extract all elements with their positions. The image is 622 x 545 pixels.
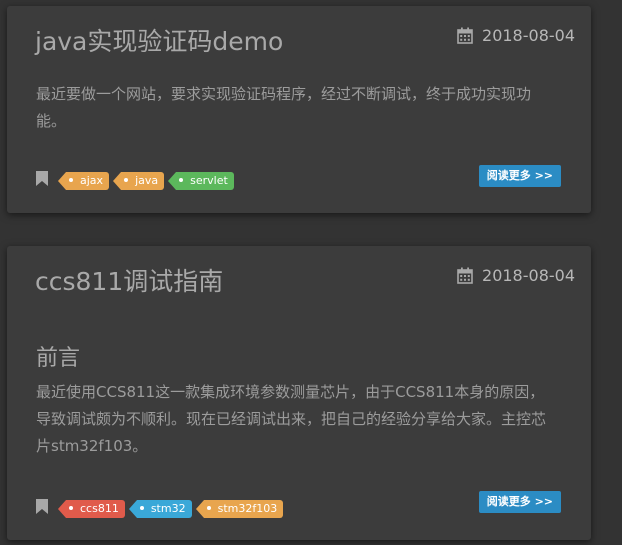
tag-list: ccs811 stm32 stm32f103 bbox=[36, 499, 284, 518]
post-date-text: 2018-08-04 bbox=[482, 266, 575, 285]
post-excerpt: 最近使用CCS811这一款集成环境参数测量芯片，由于CCS811本身的原因，导致… bbox=[36, 383, 547, 455]
post-excerpt: 最近要做一个网站，要求实现验证码程序，经过不断调试，终于成功实现功能。 bbox=[36, 85, 532, 130]
post-title[interactable]: java实现验证码demo bbox=[35, 22, 283, 58]
tag-ccs811[interactable]: ccs811 bbox=[58, 499, 125, 518]
post-title[interactable]: ccs811调试指南 bbox=[35, 262, 223, 298]
post-date: 2018-08-04 bbox=[457, 266, 575, 285]
post-date-text: 2018-08-04 bbox=[482, 26, 575, 45]
bookmark-icon bbox=[36, 499, 48, 518]
calendar-icon bbox=[457, 27, 473, 44]
read-more-button[interactable]: 阅读更多 >> bbox=[478, 491, 561, 513]
tag-stm32f103[interactable]: stm32f103 bbox=[195, 499, 284, 518]
tag-servlet[interactable]: servlet bbox=[168, 171, 234, 190]
bookmark-icon bbox=[36, 171, 48, 190]
tag-stm32[interactable]: stm32 bbox=[128, 499, 192, 518]
tag-java[interactable]: java bbox=[113, 171, 165, 190]
tag-list: ajax java servlet bbox=[36, 171, 234, 190]
post-card: ccs811调试指南 2018-08-04 前言 最近使用CCS811这一款集成… bbox=[7, 246, 591, 540]
calendar-icon bbox=[457, 267, 473, 284]
read-more-button[interactable]: 阅读更多 >> bbox=[478, 165, 561, 187]
post-card: java实现验证码demo 2018-08-04 最近要做一个网站，要求实现验证… bbox=[7, 6, 591, 213]
tag-ajax[interactable]: ajax bbox=[57, 171, 110, 190]
post-subheading: 前言 bbox=[36, 346, 81, 371]
post-date: 2018-08-04 bbox=[457, 26, 575, 45]
